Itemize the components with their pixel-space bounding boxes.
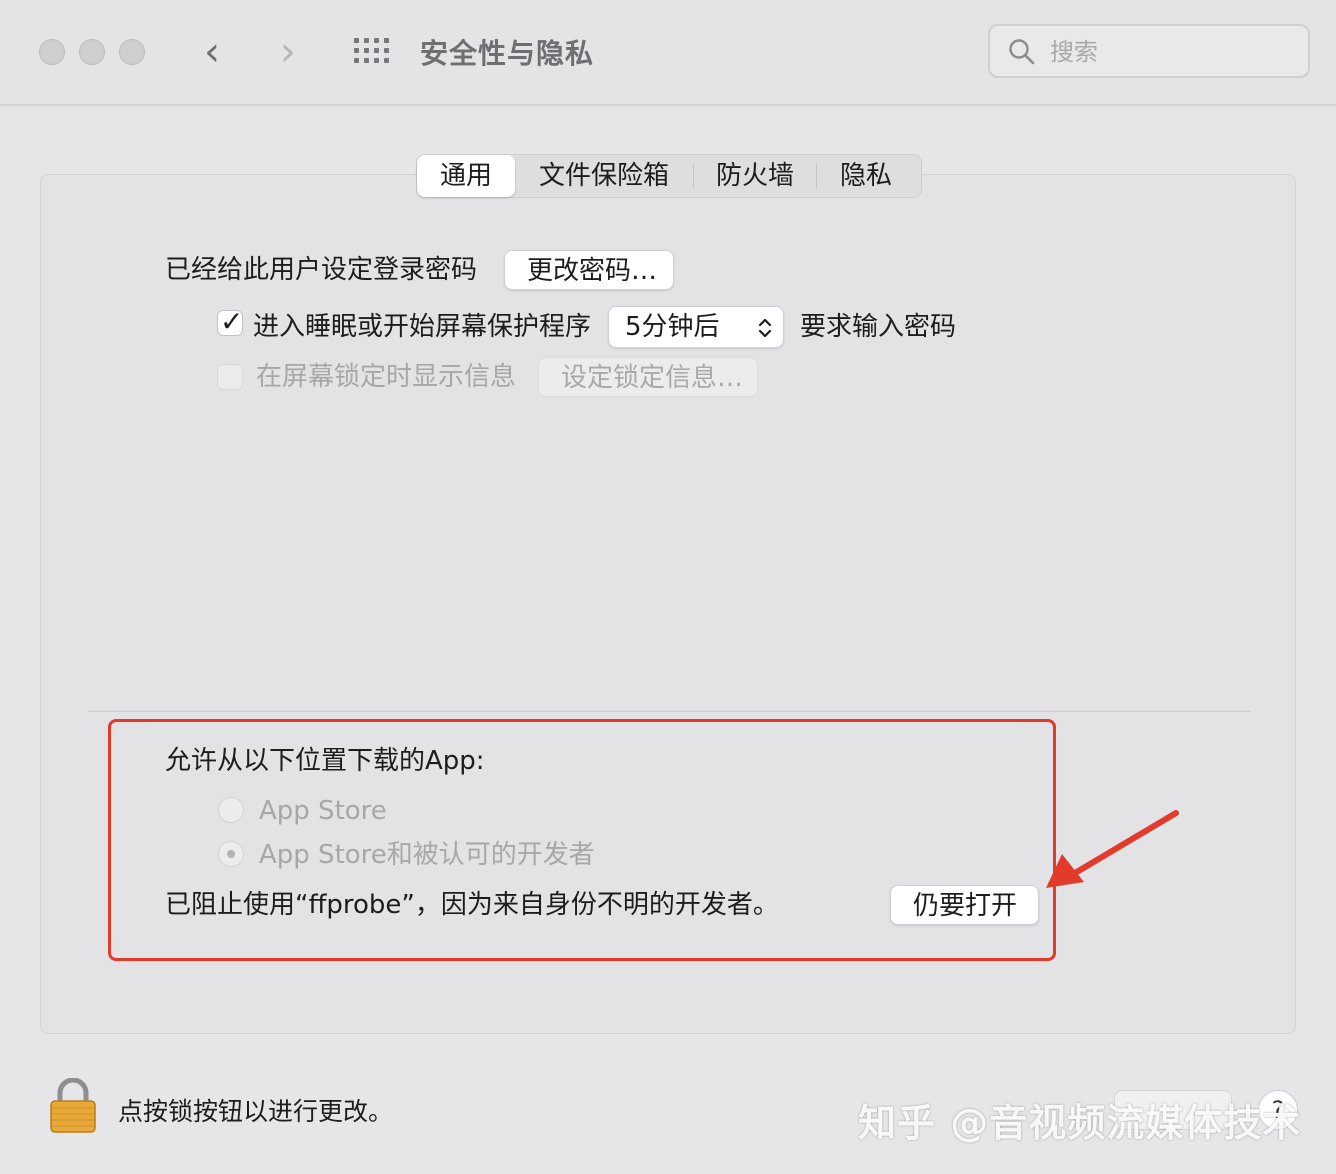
annotation-arrow-icon	[1046, 810, 1179, 888]
window-title: 安全性与隐私	[420, 37, 595, 70]
annotation-highlight-box	[108, 719, 1056, 961]
checkmark-icon: ✓	[220, 305, 244, 338]
lock-message-label: 在屏幕锁定时显示信息	[256, 362, 517, 392]
lock-message-checkbox[interactable]	[217, 364, 243, 390]
section-divider	[88, 711, 1250, 712]
title-bar: ‹ › 安全性与隐私	[0, 0, 1336, 106]
minimize-window-button[interactable]	[79, 39, 105, 65]
password-delay-select[interactable]: 5分钟后	[608, 306, 784, 348]
tab-filevault[interactable]: 文件保险箱	[515, 155, 693, 197]
chevron-up-down-icon	[758, 318, 772, 338]
close-window-button[interactable]	[39, 39, 65, 65]
lock-icon[interactable]	[48, 1078, 98, 1134]
watermark-text: 知乎 @音视频流媒体技术	[858, 1101, 1302, 1145]
search-field[interactable]	[988, 24, 1310, 78]
forward-arrow-icon[interactable]: ›	[280, 30, 296, 74]
back-arrow-icon[interactable]: ‹	[204, 30, 220, 74]
set-lock-message-button[interactable]: 设定锁定信息…	[538, 357, 758, 397]
tab-bar: 通用 文件保险箱 防火墙 隐私	[416, 154, 922, 198]
lock-hint-text: 点按锁按钮以进行更改。	[118, 1097, 394, 1126]
require-password-suffix: 要求输入密码	[800, 312, 957, 342]
require-password-label: 进入睡眠或开始屏幕保护程序	[253, 312, 592, 342]
preferences-window: ‹ › 安全性与隐私 通用 文件保险箱 防火墙 隐私 已经给此用户设定登录密码 …	[0, 0, 1336, 1174]
show-all-grid-icon[interactable]	[354, 38, 390, 66]
password-set-label: 已经给此用户设定登录密码	[165, 255, 478, 285]
require-password-checkbox[interactable]: ✓	[217, 305, 243, 338]
tab-firewall[interactable]: 防火墙	[694, 155, 816, 197]
tab-general[interactable]: 通用	[417, 155, 515, 197]
password-delay-value: 5分钟后	[625, 312, 720, 342]
zoom-window-button[interactable]	[119, 39, 145, 65]
search-icon	[1009, 39, 1035, 65]
search-input[interactable]	[1048, 34, 1292, 70]
change-password-button[interactable]: 更改密码…	[504, 250, 674, 290]
tab-privacy[interactable]: 隐私	[817, 155, 915, 197]
